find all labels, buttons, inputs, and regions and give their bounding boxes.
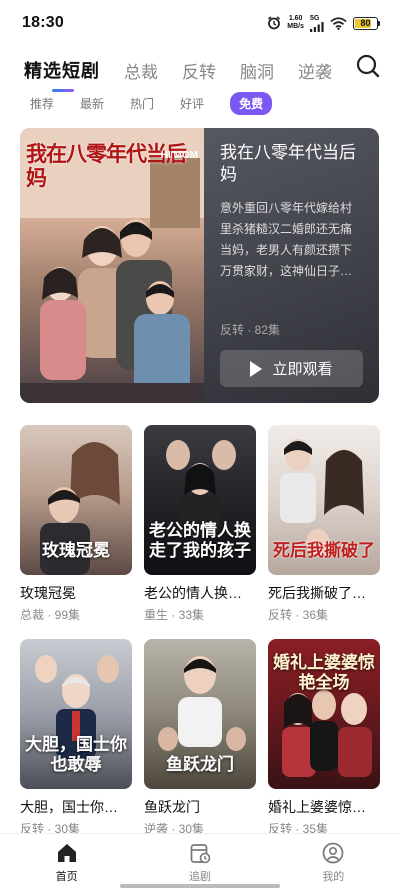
chip-free[interactable]: 免费 [230,91,273,115]
chip-recommended[interactable]: 推荐 [30,95,54,112]
drama-card[interactable]: 大胆，国士你也敢辱 大胆，国士你… 反转 · 30集 [20,639,132,837]
search-icon[interactable] [354,52,382,80]
history-icon [190,844,211,864]
drama-title: 玫瑰冠冕 [20,585,76,601]
tab-ceo[interactable]: 总裁 [124,58,158,83]
featured-info: 我在八零年代当后妈 意外重回八零年代嫁给村里杀猪糙汉二婚郎还无痛当妈，老男人有颜… [204,128,379,403]
drama-title: 大胆，国士你… [20,799,118,815]
bottom-navigation: 首页 追剧 我的 [0,833,400,889]
featured-title: 我在八零年代当后妈 [220,143,356,184]
nav-profile[interactable]: 我的 [267,834,400,889]
drama-card[interactable]: 死后我撕破了 死后我撕破了… 反转 · 36集 [268,425,380,623]
tab-label: 反转 [182,62,216,82]
drama-cover: 鱼跃龙门 [144,639,256,789]
watch-now-button[interactable]: 立即观看 [220,350,363,387]
drama-title: 鱼跃龙门 [144,799,200,815]
featured-poster[interactable]: 我在八零年代当后妈 HI MOM [20,128,204,403]
home-indicator [120,884,280,888]
nav-home[interactable]: 首页 [0,834,133,889]
featured-description: 意外重回八零年代嫁给村里杀猪糙汉二婚郎还无痛当妈，老男人有颜还攒下万贯家财，这神… [220,201,353,278]
drama-cover-title: 大胆，国士你也敢辱 [25,735,127,775]
drama-card[interactable]: 婚礼上婆婆惊艳全场 婚礼上婆婆惊… 反转 · 35集 [268,639,380,837]
wifi-icon [330,16,347,30]
nav-label: 首页 [55,871,78,883]
drama-card[interactable]: 鱼跃龙门 鱼跃龙门 逆袭 · 30集 [144,639,256,837]
tab-label: 逆袭 [298,62,332,82]
nav-label: 我的 [322,871,345,883]
battery-icon: 80 [353,16,380,30]
net-speed-value: 1.60 [288,15,303,22]
drama-title: 婚礼上婆婆惊… [268,799,366,815]
tab-label: 脑洞 [240,62,274,82]
category-tabs: 精选短剧 总裁 反转 脑洞 逆袭 [0,50,400,92]
tab-fantasy[interactable]: 脑洞 [240,58,274,83]
tab-twist[interactable]: 反转 [182,58,216,83]
drama-cover-title: 玫瑰冠冕 [42,541,110,561]
drama-card[interactable]: 玫瑰冠冕 玫瑰冠冕 总裁 · 99集 [20,425,132,623]
play-icon [250,360,263,377]
drama-title: 老公的情人换… [144,585,242,601]
status-bar: 18:30 1.60 MB/s 5G 80 [0,0,400,46]
network-speed: 1.60 MB/s [287,15,304,31]
chip-top-rated[interactable]: 好评 [180,95,204,112]
drama-cover: 老公的情人换走了我的孩子 [144,425,256,575]
status-time: 18:30 [22,14,64,31]
poster-subtitle: HI MOM [160,150,198,161]
chip-latest[interactable]: 最新 [80,95,104,112]
home-icon [57,844,76,862]
net-speed-unit: MB/s [287,23,304,30]
drama-meta: 反转 · 36集 [268,608,329,622]
drama-cover: 死后我撕破了 [268,425,380,575]
drama-cover: 玫瑰冠冕 [20,425,132,575]
tab-label: 精选短剧 [24,61,100,81]
profile-icon [322,842,344,864]
watch-now-label: 立即观看 [272,361,333,378]
signal-icon [310,21,324,32]
filter-chips: 推荐 最新 热门 好评 免费 [0,91,400,115]
drama-cover-title: 老公的情人换走了我的孩子 [149,521,251,561]
alarm-icon [268,16,281,30]
network-type: 5G [310,14,320,22]
featured-banner[interactable]: 我在八零年代当后妈 HI MOM 我在八零年代当后妈 意外重回八零年代嫁给村里杀… [20,128,379,403]
tab-featured[interactable]: 精选短剧 [24,57,100,92]
tab-label: 总裁 [124,62,158,82]
drama-cover-title: 鱼跃龙门 [166,755,234,775]
drama-cover-title: 婚礼上婆婆惊艳全场 [273,653,375,693]
featured-meta: 反转 · 82集 [220,323,281,337]
status-icons: 1.60 MB/s 5G 80 [267,15,380,32]
drama-cover: 婚礼上婆婆惊艳全场 [268,639,380,789]
drama-meta: 总裁 · 99集 [20,608,81,622]
drama-meta: 重生 · 33集 [144,608,205,622]
drama-cover-title: 死后我撕破了 [273,541,375,561]
tab-comeback[interactable]: 逆袭 [298,58,332,83]
nav-following[interactable]: 追剧 [133,834,266,889]
chip-popular[interactable]: 热门 [130,95,154,112]
drama-title: 死后我撕破了… [268,585,366,601]
drama-cover: 大胆，国士你也敢辱 [20,639,132,789]
drama-card[interactable]: 老公的情人换走了我的孩子 老公的情人换… 重生 · 33集 [144,425,256,623]
battery-percent: 80 [360,18,371,28]
nav-label: 追剧 [188,871,211,883]
